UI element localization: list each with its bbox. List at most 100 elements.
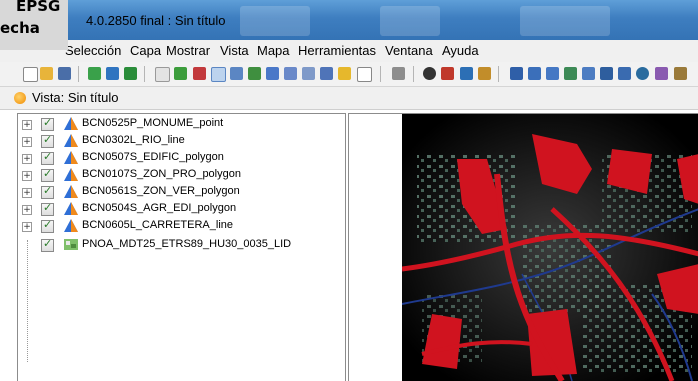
layer-checkbox[interactable]: [41, 237, 54, 252]
layer-item[interactable]: + BCN0507S_EDIFIC_polygon: [18, 150, 345, 167]
layer-checkbox[interactable]: [41, 150, 54, 165]
select-buffer-icon[interactable]: [600, 67, 613, 80]
menu-mostrar[interactable]: Mostrar: [166, 43, 210, 58]
view-title-bar: Vista: Sin título: [0, 87, 698, 110]
toolbar-separator: [498, 66, 499, 82]
layer-item[interactable]: + BCN0605L_CARRETERA_line: [18, 218, 345, 235]
measure-icon[interactable]: [441, 67, 454, 80]
vector-layer-icon: [64, 168, 78, 181]
menu-vista[interactable]: Vista: [220, 43, 249, 58]
menu-herramientas[interactable]: Herramientas: [298, 43, 376, 58]
toolbar-separator: [144, 66, 145, 82]
zoom-out-icon[interactable]: [230, 67, 243, 80]
taskbar-glass: [520, 6, 610, 36]
select-rect-icon[interactable]: [528, 67, 541, 80]
raster-layer-icon: [64, 239, 78, 250]
layer-item[interactable]: + BCN0561S_ZON_VER_polygon: [18, 184, 345, 201]
toolbar: [0, 62, 698, 87]
menu-ventana[interactable]: Ventana: [385, 43, 433, 58]
window-title: 4.0.2850 final : Sin título: [86, 13, 226, 28]
globe-icon[interactable]: [636, 67, 649, 80]
zoom-extent-icon[interactable]: [193, 67, 206, 80]
layer-checkbox[interactable]: [41, 201, 54, 216]
layer-item[interactable]: + BCN0525P_MONUME_point: [18, 116, 345, 133]
layer-item[interactable]: PNOA_MDT25_ETRS89_HU30_0035_LID: [18, 237, 345, 254]
window-title-bar: 4.0.2850 final : Sin título: [0, 0, 698, 40]
layer-name: PNOA_MDT25_ETRS89_HU30_0035_LID: [82, 238, 292, 250]
zoom-scale-icon[interactable]: [320, 67, 333, 80]
layer-name: BCN0504S_AGR_EDI_polygon: [82, 202, 237, 214]
map-graphic: [402, 114, 698, 381]
select-circle-icon[interactable]: [582, 67, 595, 80]
overlay-line2: echa: [0, 19, 40, 37]
expand-icon[interactable]: +: [22, 154, 32, 164]
grid-icon[interactable]: [392, 67, 405, 80]
layer-checkbox[interactable]: [41, 133, 54, 148]
zoom-full-icon[interactable]: [174, 67, 187, 80]
locator-icon[interactable]: [338, 67, 351, 80]
zoom-select-icon[interactable]: [266, 67, 279, 80]
select-polyline-icon[interactable]: [564, 67, 577, 80]
layer-add-icon[interactable]: [88, 67, 101, 80]
layer-name: BCN0107S_ZON_PRO_polygon: [82, 168, 241, 180]
layer-name: BCN0525P_MONUME_point: [82, 117, 224, 129]
expand-icon[interactable]: +: [22, 171, 32, 181]
vector-layer-icon: [64, 117, 78, 130]
expand-icon[interactable]: +: [22, 188, 32, 198]
clear-selection-icon[interactable]: [674, 67, 687, 80]
select-icon[interactable]: [510, 67, 523, 80]
expand-icon[interactable]: +: [22, 137, 32, 147]
layer-checkbox[interactable]: [41, 184, 54, 199]
layer-item[interactable]: + BCN0107S_ZON_PRO_polygon: [18, 167, 345, 184]
table-of-contents: + BCN0525P_MONUME_point + BCN0302L_RIO_l…: [17, 113, 346, 381]
expand-icon[interactable]: +: [22, 205, 32, 215]
save-icon[interactable]: [58, 67, 71, 80]
map-panel: [348, 113, 698, 381]
layer-name: BCN0507S_EDIFIC_polygon: [82, 151, 224, 163]
zoom-layer-icon[interactable]: [248, 67, 261, 80]
new-icon[interactable]: [23, 67, 38, 82]
toolbar-separator: [413, 66, 414, 82]
layer-name: BCN0605L_CARRETERA_line: [82, 219, 234, 231]
info-icon[interactable]: [423, 67, 436, 80]
layer-icon[interactable]: [106, 67, 119, 80]
map-canvas[interactable]: [402, 114, 698, 381]
area-icon[interactable]: [460, 67, 473, 80]
vector-layer-icon: [64, 134, 78, 147]
vector-layer-icon: [64, 151, 78, 164]
menu-capa[interactable]: Capa: [130, 43, 161, 58]
taskbar-glass: [240, 6, 310, 36]
invert-selection-icon[interactable]: [655, 67, 668, 80]
layer-name: BCN0561S_ZON_VER_polygon: [82, 185, 240, 197]
overlay-label: EPSG echa: [0, 0, 68, 50]
up-arrow-icon[interactable]: [124, 67, 137, 80]
layer-item[interactable]: + BCN0302L_RIO_line: [18, 133, 345, 150]
layer-checkbox[interactable]: [41, 116, 54, 131]
layer-checkbox[interactable]: [41, 167, 54, 182]
frame-icon[interactable]: [357, 67, 372, 82]
open-icon[interactable]: [40, 67, 53, 80]
tree-line: [27, 240, 29, 362]
hyperlink-icon[interactable]: [478, 67, 491, 80]
expand-icon[interactable]: +: [22, 222, 32, 232]
zoom-in-icon[interactable]: [211, 67, 226, 82]
vector-layer-icon: [64, 202, 78, 215]
layer-name: BCN0302L_RIO_line: [82, 134, 185, 146]
zoom-next-icon[interactable]: [302, 67, 315, 80]
menu-mapa[interactable]: Mapa: [257, 43, 290, 58]
zoom-previous-icon[interactable]: [284, 67, 297, 80]
menu-bar: Selección Capa Mostrar Vista Mapa Herram…: [0, 40, 698, 62]
layer-item[interactable]: + BCN0504S_AGR_EDI_polygon: [18, 201, 345, 218]
taskbar-glass: [380, 6, 440, 36]
menu-ayuda[interactable]: Ayuda: [442, 43, 479, 58]
menu-seleccion[interactable]: Selección: [65, 43, 121, 58]
toolbar-separator: [78, 66, 79, 82]
toolbar-separator: [380, 66, 381, 82]
vector-layer-icon: [64, 219, 78, 232]
layer-checkbox[interactable]: [41, 218, 54, 233]
pan-icon[interactable]: [155, 67, 170, 82]
select-polygon-icon[interactable]: [546, 67, 559, 80]
view-icon: [14, 92, 26, 104]
expand-icon[interactable]: +: [22, 120, 32, 130]
select-by-attribute-icon[interactable]: [618, 67, 631, 80]
